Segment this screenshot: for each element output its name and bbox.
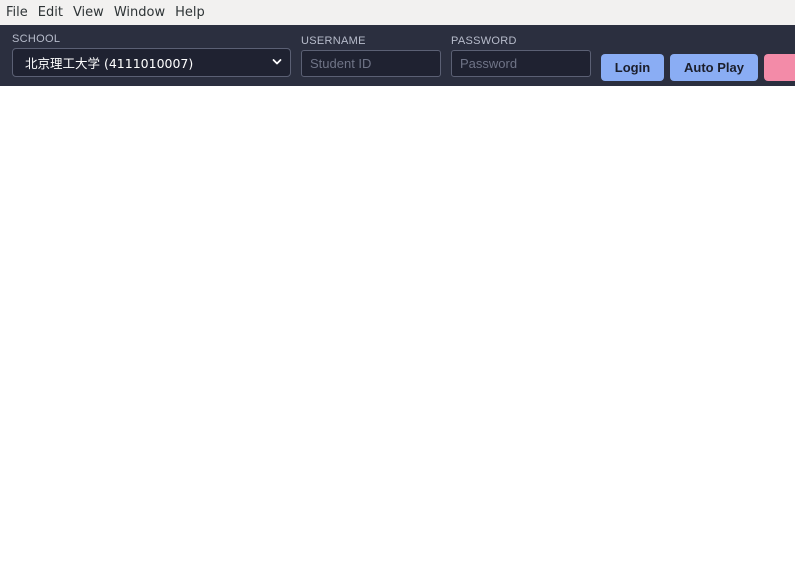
password-input[interactable]: [451, 50, 591, 77]
menu-file[interactable]: File: [6, 0, 28, 25]
menu-bar: File Edit View Window Help: [0, 0, 795, 25]
clipped-pink-button[interactable]: [764, 54, 795, 81]
menu-view[interactable]: View: [73, 0, 104, 25]
main-content-area: [0, 86, 795, 576]
menu-window[interactable]: Window: [114, 0, 165, 25]
password-label: PASSWORD: [451, 35, 517, 47]
username-label: USERNAME: [301, 35, 366, 47]
auto-play-button[interactable]: Auto Play: [670, 54, 758, 81]
login-toolbar: SCHOOL 北京理工大学 (4111010007) USERNAME PASS…: [0, 25, 795, 86]
username-input[interactable]: [301, 50, 441, 77]
school-select[interactable]: 北京理工大学 (4111010007): [12, 48, 291, 77]
school-label: SCHOOL: [12, 33, 61, 45]
menu-help[interactable]: Help: [175, 0, 205, 25]
school-selected-value: 北京理工大学 (4111010007): [25, 56, 194, 71]
login-button[interactable]: Login: [601, 54, 664, 81]
chevron-down-icon: [272, 59, 282, 65]
menu-edit[interactable]: Edit: [38, 0, 63, 25]
